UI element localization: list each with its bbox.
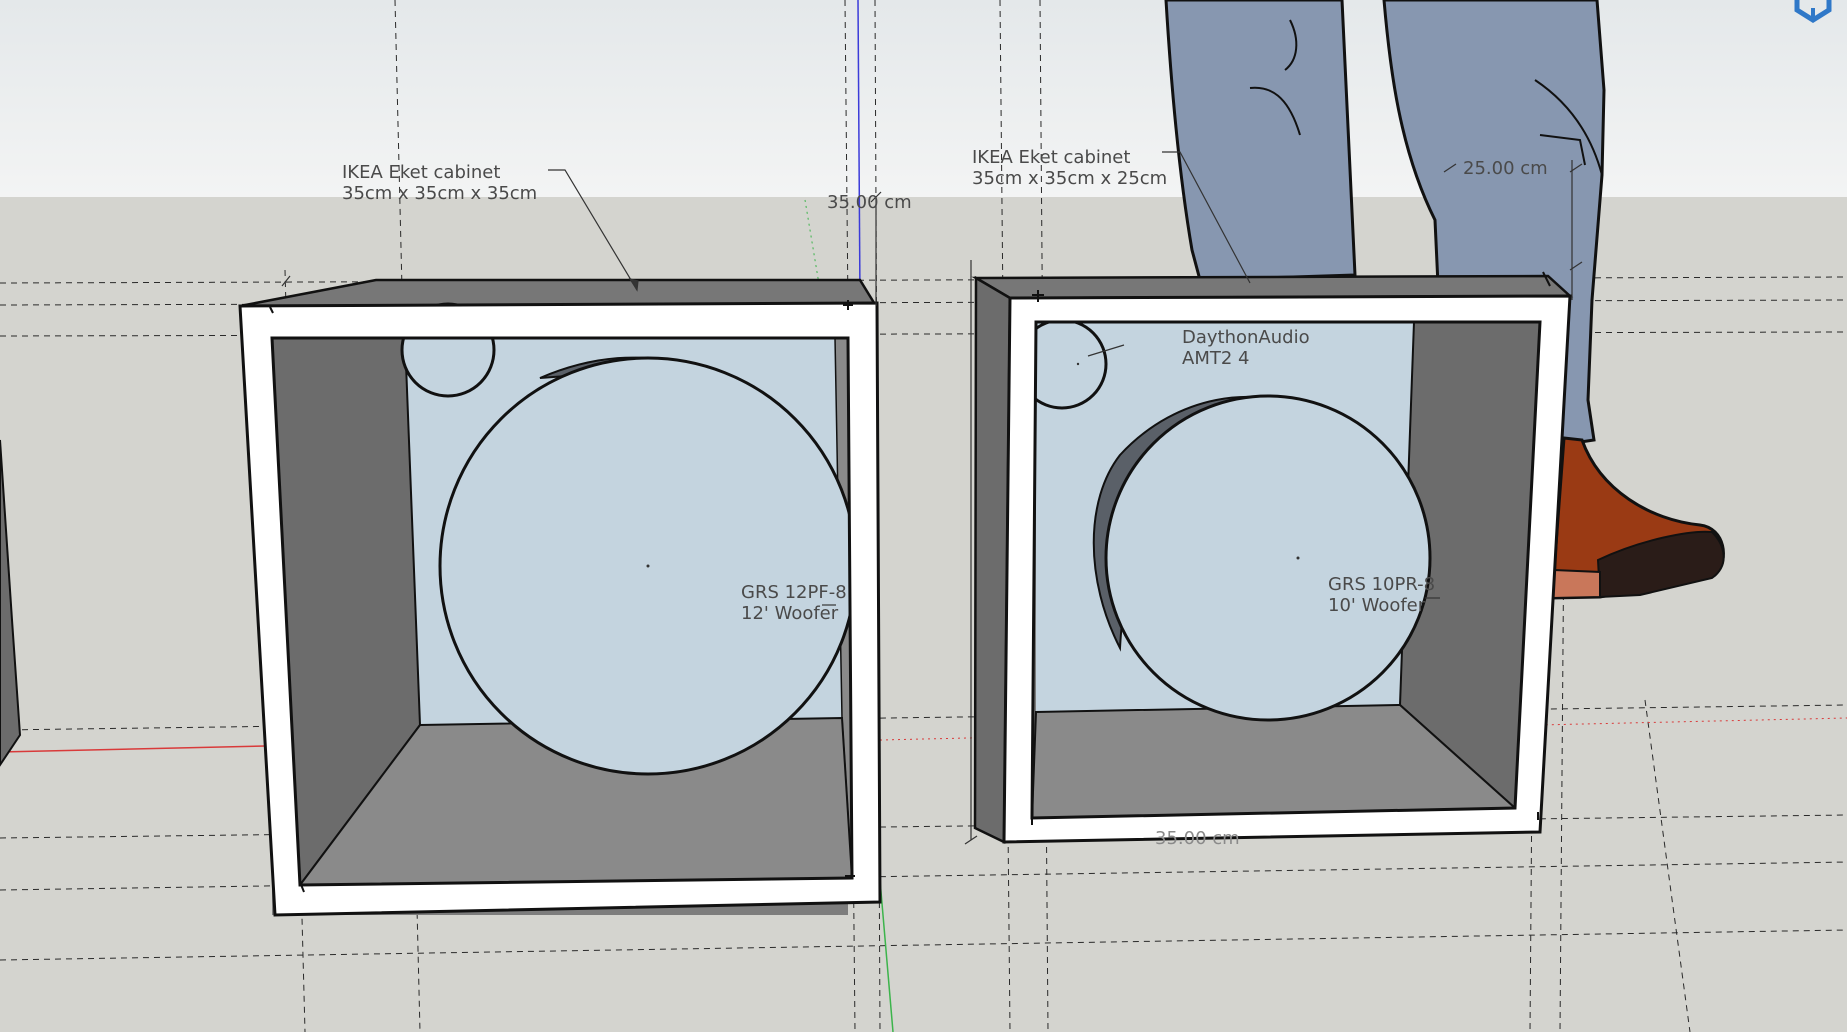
right-woofer-label-line1: GRS 10PR-8 [1328,574,1436,595]
person-left-leg [1164,0,1357,282]
right-woofer-label-line2: 10' Woofer [1328,595,1426,616]
right-cabinet-label: IKEA Eket cabinet 35cm x 35cm x 25cm [972,147,1167,189]
left-woofer-label-line2: 12' Woofer [741,603,839,624]
right-woofer-center-dot [1296,556,1300,560]
left-woofer-label-line1: GRS 12PF-8 [741,582,847,603]
right-cabinet-top [971,274,1574,300]
right-woofer-label: GRS 10PR-8 10' Woofer [1328,574,1435,616]
tweeter-label: DaythonAudio AMT2 4 [1182,327,1310,369]
left-woofer[interactable] [438,356,858,776]
modeling-viewport[interactable]: IKEA Eket cabinet 35cm x 35cm x 35cm IKE… [0,0,1847,1032]
height-dimension-label: 35.00 cm [827,192,912,213]
scene-canvas[interactable] [0,0,1847,1032]
left-cabinet-label-line1: IKEA Eket cabinet [342,162,501,183]
view-cube-icon[interactable] [1777,0,1847,30]
tweeter-label-line2: AMT2 4 [1182,348,1250,369]
left-cabinet-label: IKEA Eket cabinet 35cm x 35cm x 35cm [342,162,537,204]
depth-dimension-label: 25.00 cm [1463,158,1548,179]
right-woofer-cone [1104,394,1432,722]
left-cabinet-label-line2: 35cm x 35cm x 35cm [342,183,538,204]
left-woofer-center-dot [646,564,650,568]
right-cabinet-label-line1: IKEA Eket cabinet [972,147,1131,168]
right-cabinet-label-line2: 35cm x 35cm x 25cm [972,168,1168,189]
left-woofer-label: GRS 12PF-8 12' Woofer [741,582,847,624]
width-dimension-label: 35.00 cm [1155,828,1240,849]
tweeter-label-line1: DaythonAudio [1182,327,1310,348]
